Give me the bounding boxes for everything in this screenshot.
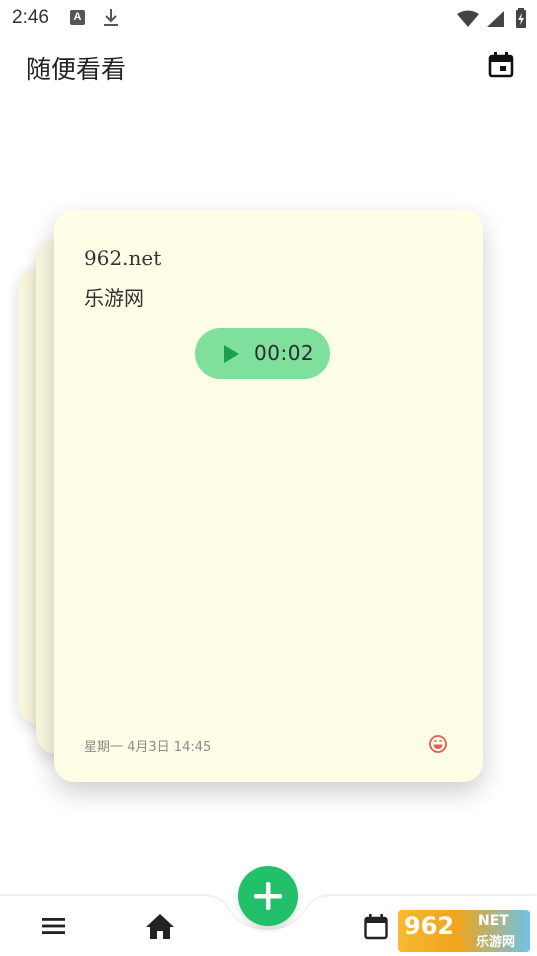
- watermark-cn: 乐游网: [476, 935, 516, 950]
- home-icon[interactable]: [145, 912, 175, 940]
- note-card[interactable]: 962.net 乐游网 00:02 星期一 4月3日 14:45: [54, 210, 483, 782]
- plus-icon: [254, 882, 282, 910]
- calendar-icon[interactable]: [488, 52, 514, 78]
- status-time: 2:46: [12, 7, 49, 28]
- battery-icon: [516, 8, 526, 28]
- play-icon: [224, 345, 239, 363]
- calendar-nav-icon[interactable]: [364, 914, 388, 940]
- status-bar: 2:46 A: [0, 0, 537, 36]
- keyboard-a-icon: A: [70, 10, 85, 25]
- watermark-number: 962: [404, 912, 455, 940]
- watermark-logo: 962 NET 乐游网: [398, 910, 530, 952]
- wifi-icon: [456, 10, 479, 27]
- audio-duration: 00:02: [254, 341, 315, 365]
- page-title: 随便看看: [26, 55, 127, 84]
- smile-mood-icon: [429, 735, 447, 753]
- menu-icon[interactable]: [42, 916, 66, 936]
- audio-player-button[interactable]: 00:02: [195, 328, 330, 379]
- add-note-button[interactable]: [238, 866, 298, 926]
- note-date: 星期一 4月3日 14:45: [84, 740, 212, 755]
- note-text-line: 乐游网: [84, 286, 144, 310]
- watermark-net: NET: [478, 913, 509, 929]
- signal-icon: [486, 11, 504, 27]
- note-text-line: 962.net: [84, 246, 162, 270]
- download-icon: [104, 9, 118, 26]
- status-right-icons: [456, 8, 527, 32]
